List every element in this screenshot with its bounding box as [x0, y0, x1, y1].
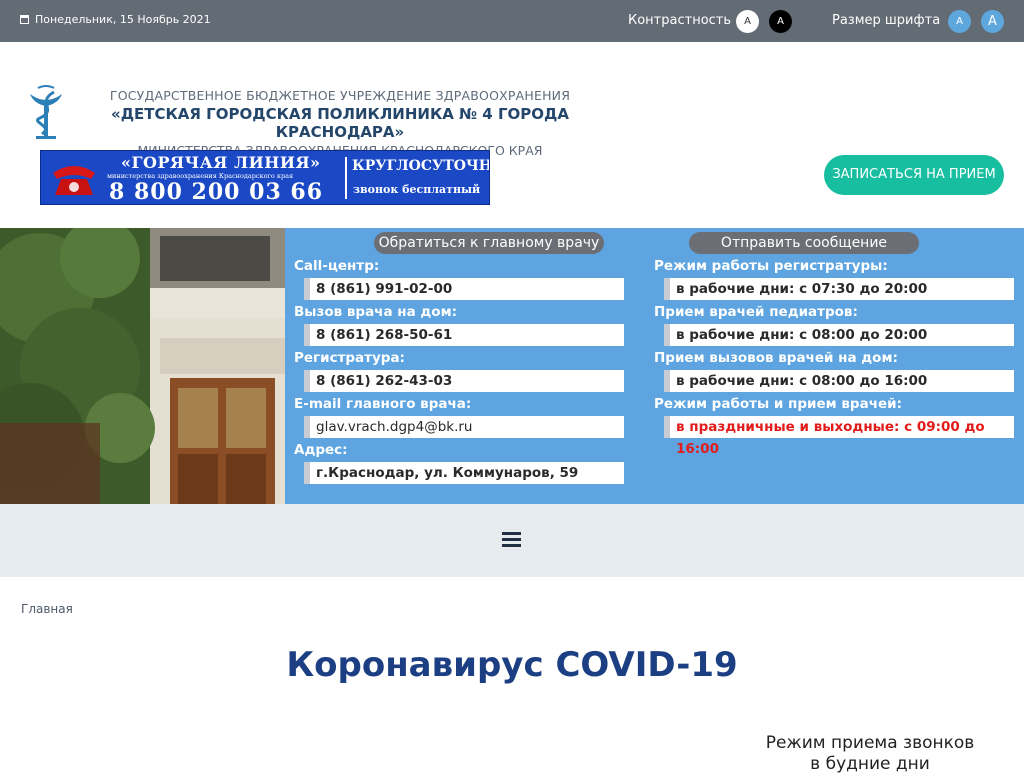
hotline-title: «ГОРЯЧАЯ ЛИНИЯ»	[121, 153, 321, 172]
home-visit-label: Вызов врача на дом:	[294, 304, 458, 320]
address-value: г.Краснодар, ул. Коммунаров, 59	[304, 462, 624, 484]
pediatrics-hours-label: Прием врачей педиатров:	[654, 304, 858, 320]
appointment-button[interactable]: ЗАПИСАТЬСЯ НА ПРИЕМ	[824, 155, 1004, 195]
contact-chief-doctor-button[interactable]: Обратиться к главному врачу	[374, 232, 604, 254]
registry-value[interactable]: 8 (861) 262-43-03	[304, 370, 624, 392]
current-date: Понедельник, 15 Ноябрь 2021	[20, 13, 211, 26]
home-visit-value[interactable]: 8 (861) 268-50-61	[304, 324, 624, 346]
red-telephone-icon	[53, 166, 95, 195]
email-value[interactable]: glav.vrach.dgp4@bk.ru	[304, 416, 624, 438]
contrast-black-button[interactable]: A	[769, 10, 792, 33]
contact-info-panel: Обратиться к главному врачу Отправить со…	[285, 228, 1024, 504]
date-text: Понедельник, 15 Ноябрь 2021	[35, 13, 211, 26]
call-hours-line-2: в будние дни	[810, 754, 930, 774]
hotline-divider	[345, 157, 347, 199]
holiday-hours-label: Режим работы и прием врачей:	[654, 396, 902, 412]
organization-name: ГОСУДАРСТВЕННОЕ БЮДЖЕТНОЕ УЧРЕЖДЕНИЕ ЗДР…	[80, 88, 600, 158]
registry-hours-label: Режим работы регистратуры:	[654, 258, 888, 274]
email-label: E-mail главного врача:	[294, 396, 472, 412]
hotline-banner[interactable]: «ГОРЯЧАЯ ЛИНИЯ» министерства здравоохран…	[40, 150, 490, 205]
hotline-free-call: звонок бесплатный	[353, 183, 481, 196]
send-message-button[interactable]: Отправить сообщение	[689, 232, 919, 254]
page-title: Коронавирус COVID-19	[286, 645, 738, 685]
home-calls-hours-label: Прием вызовов врачей на дом:	[654, 350, 898, 366]
font-size-label: Размер шрифта	[832, 13, 941, 28]
building-photo	[0, 228, 285, 504]
holiday-hours-value: в праздничные и выходные: с 09:00 до 16:…	[664, 416, 1014, 457]
calendar-icon	[20, 15, 29, 24]
org-line-2: «ДЕТСКАЯ ГОРОДСКАЯ ПОЛИКЛИНИКА № 4 ГОРОД…	[111, 105, 569, 141]
registry-hours-value: в рабочие дни: с 07:30 до 20:00	[664, 278, 1014, 300]
hotline-phone: 8 800 200 03 66	[109, 179, 324, 205]
contrast-label: Контрастность	[628, 13, 732, 28]
hotline-round-clock: КРУГЛОСУТОЧНО	[352, 158, 490, 174]
top-bar: Понедельник, 15 Ноябрь 2021 Контрастност…	[0, 0, 1024, 42]
home-calls-hours-value: в рабочие дни: с 08:00 до 16:00	[664, 370, 1014, 392]
call-hours-line-1: Режим приема звонков	[765, 733, 975, 753]
org-line-1: ГОСУДАРСТВЕННОЕ БЮДЖЕТНОЕ УЧРЕЖДЕНИЕ ЗДР…	[109, 88, 571, 103]
address-label: Адрес:	[294, 442, 348, 458]
call-center-label: Call-центр:	[294, 258, 380, 274]
pediatrics-hours-value: в рабочие дни: с 08:00 до 20:00	[664, 324, 1014, 346]
registry-label: Регистратура:	[294, 350, 405, 366]
font-size-large-button[interactable]: A	[981, 10, 1004, 33]
call-hours-heading: Режим приема звонков в будние дни	[740, 733, 1000, 775]
font-size-small-button[interactable]: A	[948, 10, 971, 33]
hamburger-menu-icon[interactable]	[502, 532, 521, 548]
call-center-value[interactable]: 8 (861) 991-02-00	[304, 278, 624, 300]
breadcrumb-home-link[interactable]: Главная	[21, 602, 73, 616]
caduceus-logo-icon[interactable]	[24, 84, 68, 140]
contrast-white-button[interactable]: A	[736, 10, 759, 33]
